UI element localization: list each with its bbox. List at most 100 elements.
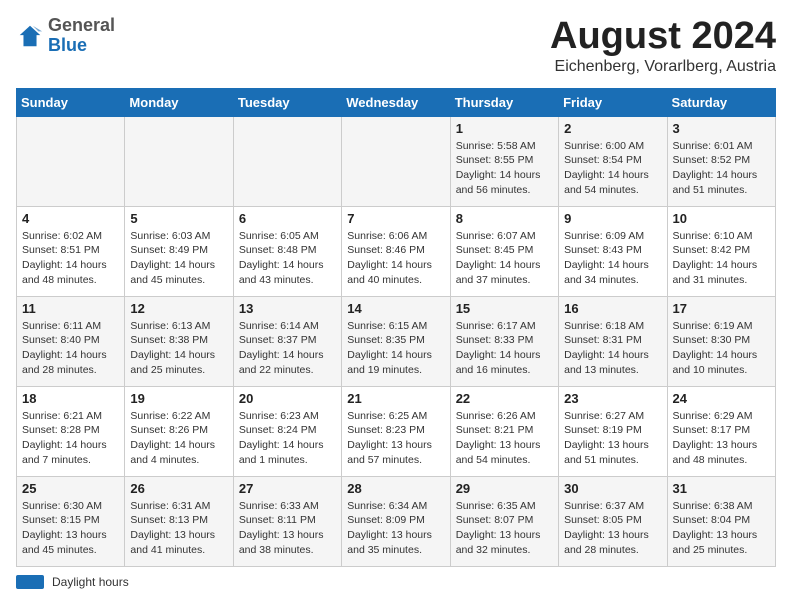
day-info: Sunrise: 6:34 AM Sunset: 8:09 PM Dayligh… <box>347 499 444 558</box>
day-cell: 12 Sunrise: 6:13 AM Sunset: 8:38 PM Dayli… <box>125 296 233 386</box>
day-info: Sunrise: 6:05 AM Sunset: 8:48 PM Dayligh… <box>239 229 336 288</box>
day-number: 12 <box>130 301 227 316</box>
day-info: Sunrise: 6:11 AM Sunset: 8:40 PM Dayligh… <box>22 319 119 378</box>
days-header-row: SundayMondayTuesdayWednesdayThursdayFrid… <box>17 88 776 116</box>
day-number: 29 <box>456 481 553 496</box>
day-info: Sunrise: 6:33 AM Sunset: 8:11 PM Dayligh… <box>239 499 336 558</box>
day-info: Sunrise: 6:21 AM Sunset: 8:28 PM Dayligh… <box>22 409 119 468</box>
day-info: Sunrise: 6:31 AM Sunset: 8:13 PM Dayligh… <box>130 499 227 558</box>
day-number: 26 <box>130 481 227 496</box>
calendar-table: SundayMondayTuesdayWednesdayThursdayFrid… <box>16 88 776 567</box>
day-cell: 31 Sunrise: 6:38 AM Sunset: 8:04 PM Dayli… <box>667 476 775 566</box>
day-number: 2 <box>564 121 661 136</box>
day-cell: 25Sunrise: 6:30 AM Sunset: 8:15 PM Dayli… <box>17 476 125 566</box>
day-cell: 29 Sunrise: 6:35 AM Sunset: 8:07 PM Dayli… <box>450 476 558 566</box>
day-number: 27 <box>239 481 336 496</box>
day-cell: 24Sunrise: 6:29 AM Sunset: 8:17 PM Dayli… <box>667 386 775 476</box>
day-number: 16 <box>564 301 661 316</box>
day-info: Sunrise: 6:00 AM Sunset: 8:54 PM Dayligh… <box>564 139 661 198</box>
week-row-4: 18 Sunrise: 6:21 AM Sunset: 8:28 PM Dayli… <box>17 386 776 476</box>
day-cell: 23Sunrise: 6:27 AM Sunset: 8:19 PM Dayli… <box>559 386 667 476</box>
day-info: Sunrise: 6:27 AM Sunset: 8:19 PM Dayligh… <box>564 409 661 468</box>
day-info: Sunrise: 6:07 AM Sunset: 8:45 PM Dayligh… <box>456 229 553 288</box>
day-header-saturday: Saturday <box>667 88 775 116</box>
day-info: Sunrise: 6:38 AM Sunset: 8:04 PM Dayligh… <box>673 499 770 558</box>
day-number: 19 <box>130 391 227 406</box>
day-number: 7 <box>347 211 444 226</box>
logo-icon <box>16 22 44 50</box>
day-number: 1 <box>456 121 553 136</box>
day-number: 15 <box>456 301 553 316</box>
day-header-friday: Friday <box>559 88 667 116</box>
day-cell: 20Sunrise: 6:23 AM Sunset: 8:24 PM Dayli… <box>233 386 341 476</box>
day-cell: 3Sunrise: 6:01 AM Sunset: 8:52 PM Daylig… <box>667 116 775 206</box>
day-cell: 27 Sunrise: 6:33 AM Sunset: 8:11 PM Dayli… <box>233 476 341 566</box>
day-info: Sunrise: 6:09 AM Sunset: 8:43 PM Dayligh… <box>564 229 661 288</box>
day-cell: 14 Sunrise: 6:15 AM Sunset: 8:35 PM Dayli… <box>342 296 450 386</box>
day-header-tuesday: Tuesday <box>233 88 341 116</box>
day-info: Sunrise: 6:35 AM Sunset: 8:07 PM Dayligh… <box>456 499 553 558</box>
day-info: Sunrise: 5:58 AM Sunset: 8:55 PM Dayligh… <box>456 139 553 198</box>
day-info: Sunrise: 6:23 AM Sunset: 8:24 PM Dayligh… <box>239 409 336 468</box>
day-number: 31 <box>673 481 770 496</box>
month-year-title: August 2024 <box>550 16 776 58</box>
day-cell <box>342 116 450 206</box>
day-number: 17 <box>673 301 770 316</box>
legend-label: Daylight hours <box>52 575 129 589</box>
day-cell: 18 Sunrise: 6:21 AM Sunset: 8:28 PM Dayli… <box>17 386 125 476</box>
day-info: Sunrise: 6:01 AM Sunset: 8:52 PM Dayligh… <box>673 139 770 198</box>
day-cell: 7 Sunrise: 6:06 AM Sunset: 8:46 PM Daylig… <box>342 206 450 296</box>
day-number: 9 <box>564 211 661 226</box>
day-info: Sunrise: 6:37 AM Sunset: 8:05 PM Dayligh… <box>564 499 661 558</box>
day-number: 10 <box>673 211 770 226</box>
week-row-5: 25Sunrise: 6:30 AM Sunset: 8:15 PM Dayli… <box>17 476 776 566</box>
day-info: Sunrise: 6:03 AM Sunset: 8:49 PM Dayligh… <box>130 229 227 288</box>
day-header-wednesday: Wednesday <box>342 88 450 116</box>
week-row-1: 1 Sunrise: 5:58 AM Sunset: 8:55 PM Daylig… <box>17 116 776 206</box>
day-cell <box>233 116 341 206</box>
day-cell: 1 Sunrise: 5:58 AM Sunset: 8:55 PM Daylig… <box>450 116 558 206</box>
day-cell: 5Sunrise: 6:03 AM Sunset: 8:49 PM Daylig… <box>125 206 233 296</box>
logo: General Blue <box>16 16 115 56</box>
page-header: General Blue August 2024 Eichenberg, Vor… <box>16 16 776 76</box>
day-cell: 9 Sunrise: 6:09 AM Sunset: 8:43 PM Daylig… <box>559 206 667 296</box>
logo-blue-text: Blue <box>48 35 87 55</box>
day-cell: 16 Sunrise: 6:18 AM Sunset: 8:31 PM Dayli… <box>559 296 667 386</box>
day-cell: 11 Sunrise: 6:11 AM Sunset: 8:40 PM Dayli… <box>17 296 125 386</box>
day-cell: 4Sunrise: 6:02 AM Sunset: 8:51 PM Daylig… <box>17 206 125 296</box>
day-header-thursday: Thursday <box>450 88 558 116</box>
day-info: Sunrise: 6:14 AM Sunset: 8:37 PM Dayligh… <box>239 319 336 378</box>
week-row-3: 11 Sunrise: 6:11 AM Sunset: 8:40 PM Dayli… <box>17 296 776 386</box>
week-row-2: 4Sunrise: 6:02 AM Sunset: 8:51 PM Daylig… <box>17 206 776 296</box>
day-number: 18 <box>22 391 119 406</box>
day-header-monday: Monday <box>125 88 233 116</box>
day-info: Sunrise: 6:06 AM Sunset: 8:46 PM Dayligh… <box>347 229 444 288</box>
day-info: Sunrise: 6:18 AM Sunset: 8:31 PM Dayligh… <box>564 319 661 378</box>
day-cell <box>17 116 125 206</box>
legend-color-box <box>16 575 44 589</box>
day-info: Sunrise: 6:15 AM Sunset: 8:35 PM Dayligh… <box>347 319 444 378</box>
day-cell: 22Sunrise: 6:26 AM Sunset: 8:21 PM Dayli… <box>450 386 558 476</box>
day-cell: 21Sunrise: 6:25 AM Sunset: 8:23 PM Dayli… <box>342 386 450 476</box>
day-number: 13 <box>239 301 336 316</box>
day-number: 22 <box>456 391 553 406</box>
day-info: Sunrise: 6:13 AM Sunset: 8:38 PM Dayligh… <box>130 319 227 378</box>
day-cell: 13 Sunrise: 6:14 AM Sunset: 8:37 PM Dayli… <box>233 296 341 386</box>
day-cell: 15Sunrise: 6:17 AM Sunset: 8:33 PM Dayli… <box>450 296 558 386</box>
legend: Daylight hours <box>16 575 776 589</box>
day-number: 14 <box>347 301 444 316</box>
day-number: 24 <box>673 391 770 406</box>
location-subtitle: Eichenberg, Vorarlberg, Austria <box>550 58 776 76</box>
day-number: 28 <box>347 481 444 496</box>
day-cell: 19 Sunrise: 6:22 AM Sunset: 8:26 PM Dayli… <box>125 386 233 476</box>
day-number: 8 <box>456 211 553 226</box>
day-number: 11 <box>22 301 119 316</box>
day-info: Sunrise: 6:22 AM Sunset: 8:26 PM Dayligh… <box>130 409 227 468</box>
day-number: 21 <box>347 391 444 406</box>
day-header-sunday: Sunday <box>17 88 125 116</box>
title-block: August 2024 Eichenberg, Vorarlberg, Aust… <box>550 16 776 76</box>
day-cell: 8 Sunrise: 6:07 AM Sunset: 8:45 PM Daylig… <box>450 206 558 296</box>
day-info: Sunrise: 6:19 AM Sunset: 8:30 PM Dayligh… <box>673 319 770 378</box>
day-number: 25 <box>22 481 119 496</box>
day-info: Sunrise: 6:02 AM Sunset: 8:51 PM Dayligh… <box>22 229 119 288</box>
